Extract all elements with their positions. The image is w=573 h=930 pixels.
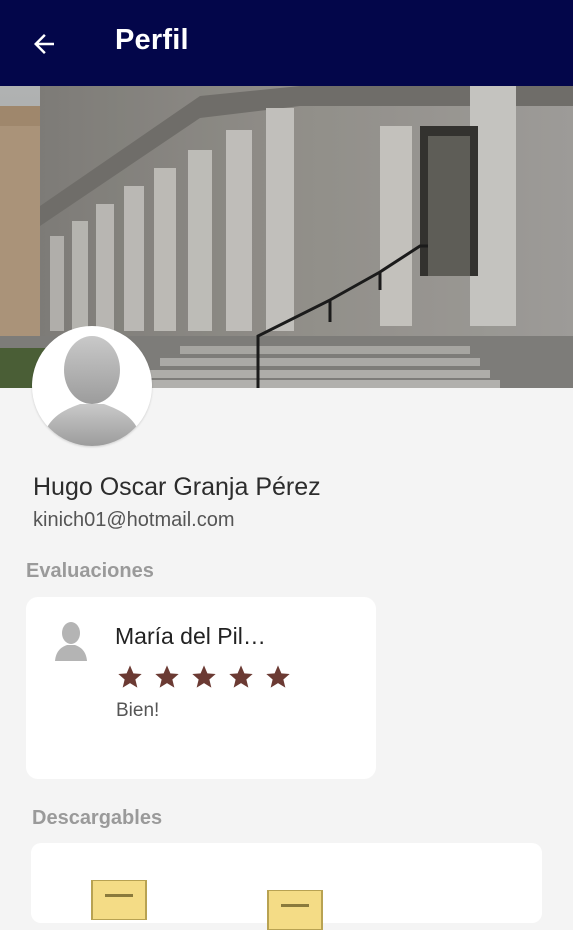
downloads-section-title: Descargables — [32, 807, 163, 829]
star-icon — [192, 665, 216, 688]
evaluations-section-title: Evaluaciones — [26, 560, 154, 582]
document-icon[interactable] — [267, 890, 323, 930]
page-title: Perfil — [115, 24, 189, 56]
user-name: Hugo Oscar Granja Pérez — [33, 473, 321, 501]
document-icon[interactable] — [91, 880, 147, 920]
user-email: kinich01@hotmail.com — [33, 509, 235, 531]
avatar[interactable] — [32, 326, 152, 446]
star-rating — [116, 663, 292, 691]
star-icon — [229, 665, 253, 688]
reviewer-name: María del Pil… — [115, 623, 266, 649]
star-icon — [266, 665, 290, 688]
downloads-card — [31, 843, 542, 930]
star-icon — [155, 665, 179, 688]
back-button[interactable] — [22, 22, 66, 66]
reviewer-avatar-icon — [55, 622, 87, 661]
review-card[interactable]: María del Pil… Bien! — [26, 597, 376, 779]
arrow-left-icon — [34, 34, 54, 54]
app-bar: Perfil — [0, 0, 573, 86]
review-comment: Bien! — [116, 700, 160, 721]
star-icon — [118, 665, 142, 688]
person-silhouette-icon — [42, 336, 142, 446]
